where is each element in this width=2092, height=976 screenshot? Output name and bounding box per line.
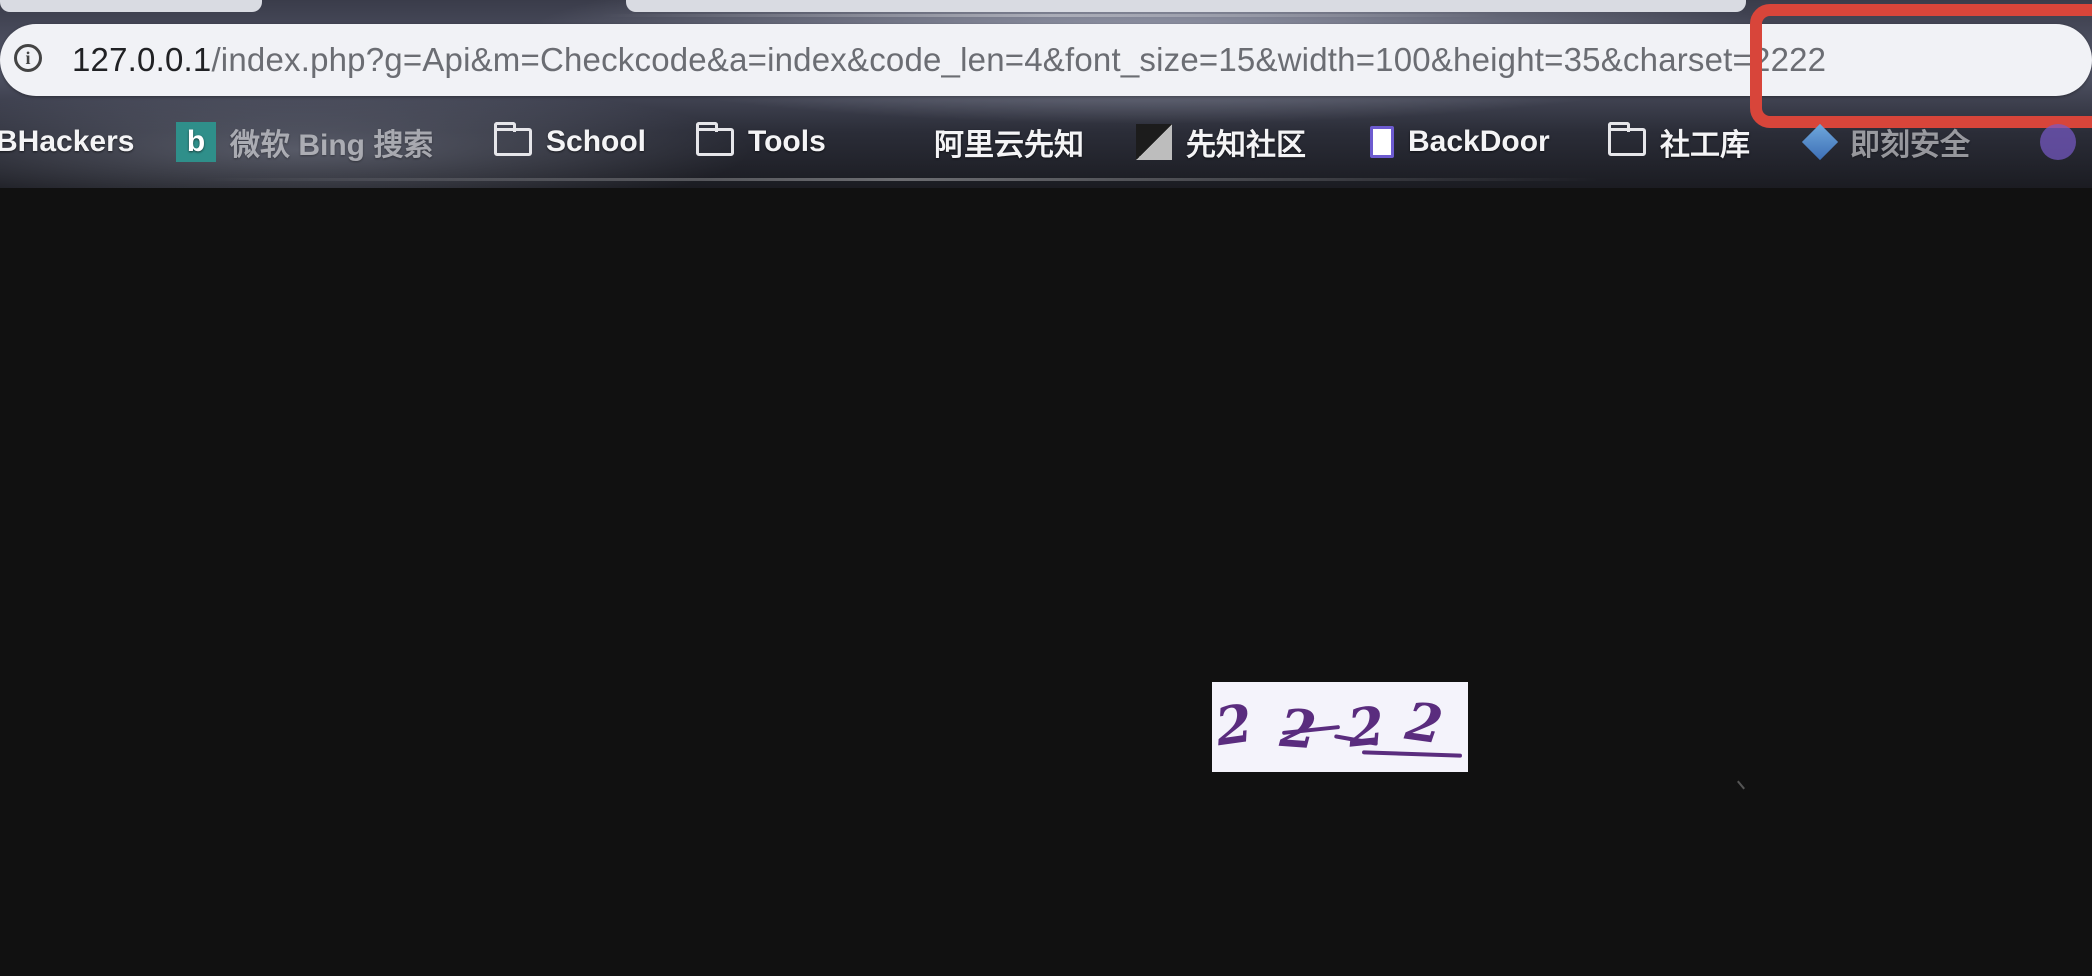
- url-host: 127.0.0.1: [72, 41, 212, 78]
- bookmark-label: Tools: [748, 125, 826, 158]
- chrome-light-streak: [200, 178, 1600, 181]
- browser-chrome: i 127.0.0.1/index.php?g=Api&m=Checkcode&…: [0, 0, 2092, 188]
- captcha-char: 2: [1211, 692, 1257, 759]
- folder-icon: [1608, 122, 1646, 156]
- captcha-char: 2: [1402, 690, 1447, 757]
- bookmark-label: 即刻安全: [1850, 129, 1970, 162]
- bookmark-shegongku[interactable]: 社工库: [1608, 116, 1750, 168]
- bookmark-label: BHackers: [0, 125, 135, 158]
- bookmark-xianzhi[interactable]: 先知社区: [1136, 116, 1306, 168]
- folder-icon: [494, 122, 532, 156]
- browser-tab[interactable]: [0, 0, 262, 12]
- bookmark-label: School: [546, 125, 647, 158]
- extension-icon: [2040, 124, 2076, 160]
- folder-icon: [696, 122, 734, 156]
- bookmark-label: 阿里云先知: [934, 129, 1084, 162]
- bookmark-tools[interactable]: Tools: [696, 116, 826, 168]
- browser-tab[interactable]: [626, 0, 1746, 12]
- url-text[interactable]: 127.0.0.1/index.php?g=Api&m=Checkcode&a=…: [72, 38, 1826, 82]
- url-path: /index.php?g=Api&m=Checkcode&a=index&cod…: [211, 41, 1827, 78]
- bookmark-label: 先知社区: [1186, 129, 1306, 162]
- bookmark-label: 社工库: [1660, 129, 1750, 162]
- info-icon[interactable]: i: [14, 44, 42, 72]
- bookmarks-bar: BHackers b 微软 Bing 搜索 School Tools 阿里云先知…: [0, 116, 2092, 168]
- bookmark-school[interactable]: School: [494, 116, 646, 168]
- bing-icon: b: [176, 122, 216, 162]
- chrome-light-streak: [600, 14, 1500, 17]
- cube-icon: [1801, 123, 1839, 161]
- bookmark-bing[interactable]: b 微软 Bing 搜索: [176, 116, 433, 168]
- bookmark-label: 微软 Bing 搜索: [230, 129, 434, 162]
- red-annotation-box: [1750, 4, 2092, 128]
- captcha-image: 2 2 2 2: [1212, 682, 1468, 772]
- bookmark-jike-anquan[interactable]: 即刻安全: [1801, 116, 1970, 168]
- bookmark-overflow[interactable]: [2040, 116, 2090, 168]
- bookmark-bhackers[interactable]: BHackers: [0, 116, 134, 168]
- bookmark-label: BackDoor: [1408, 125, 1550, 158]
- bookmark-backdoor[interactable]: BackDoor: [1370, 116, 1550, 168]
- page-content: [0, 188, 2092, 976]
- xianzhi-icon: [1136, 124, 1172, 160]
- document-icon: [1370, 126, 1394, 158]
- bookmark-aliyun-xianzhi[interactable]: 阿里云先知: [934, 116, 1084, 168]
